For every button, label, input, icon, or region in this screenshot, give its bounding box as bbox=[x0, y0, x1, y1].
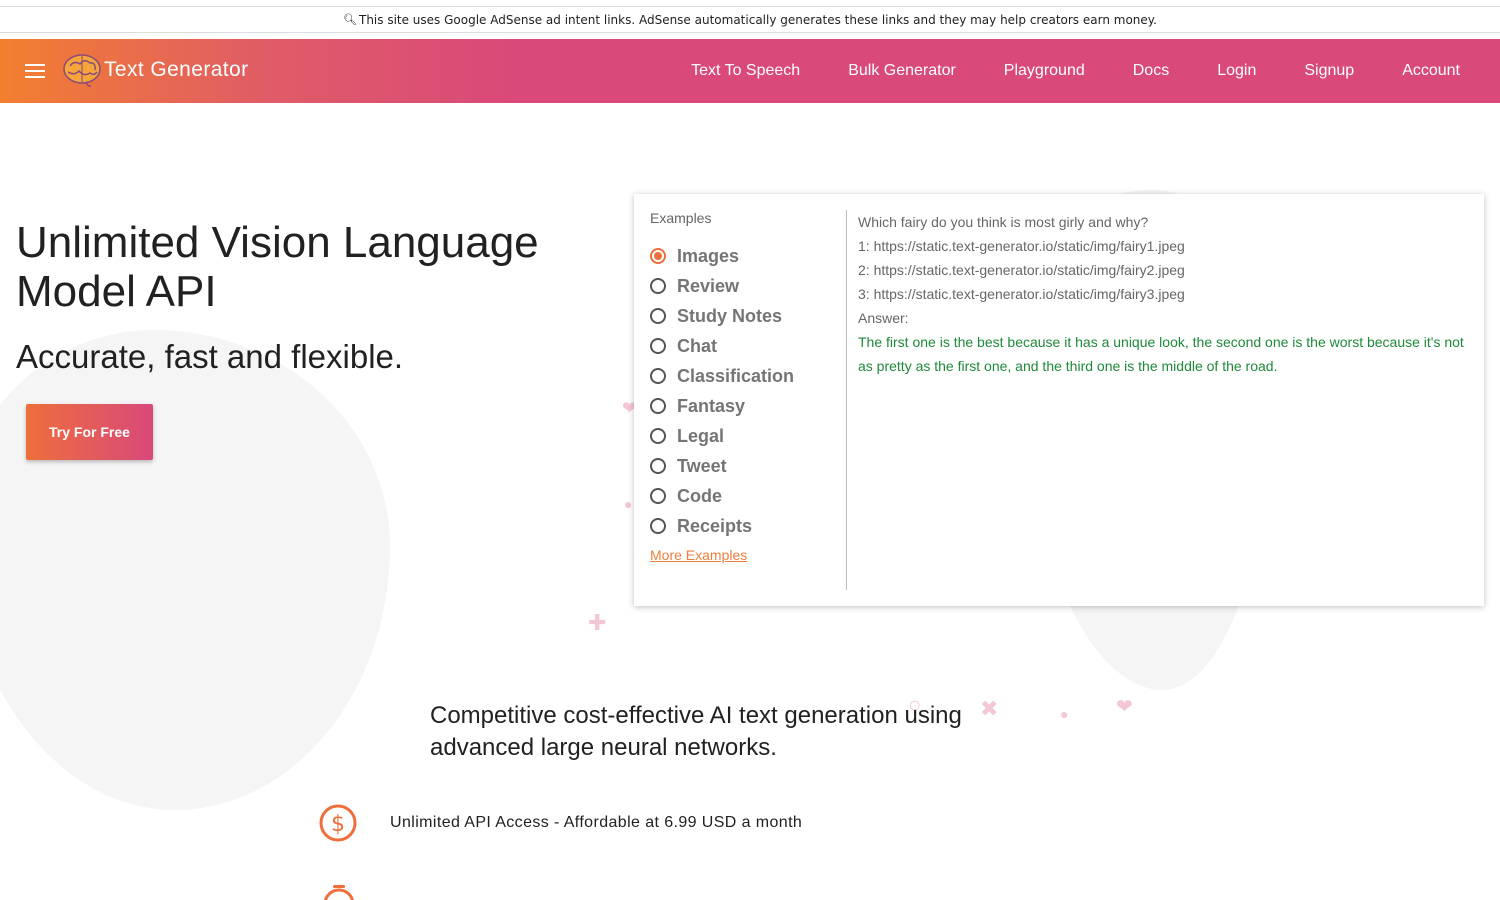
decorative-heart-icon: ❤ bbox=[1116, 696, 1133, 718]
nav-link-login[interactable]: Login bbox=[1217, 62, 1256, 80]
timer-icon bbox=[324, 885, 354, 900]
example-option-label: Receipts bbox=[677, 515, 753, 536]
search-icon: 🔍︎ bbox=[343, 13, 357, 26]
feature-text: Unlimited API Access - Affordable at 6.9… bbox=[390, 814, 803, 831]
example-option-label: Code bbox=[677, 485, 722, 506]
example-option-classification[interactable]: Classification bbox=[650, 361, 846, 391]
example-option-images[interactable]: Images bbox=[650, 241, 846, 271]
example-prompt-line: Which fairy do you think is most girly a… bbox=[858, 214, 1149, 230]
example-output-panel: Which fairy do you think is most girly a… bbox=[858, 210, 1468, 378]
radio-unchecked-icon[interactable] bbox=[650, 458, 666, 474]
radio-unchecked-icon[interactable] bbox=[650, 338, 666, 354]
brand-name-link[interactable]: Text Generator bbox=[104, 58, 249, 82]
example-option-label: Images bbox=[677, 245, 740, 266]
nav-links: Text To Speech Bulk Generator Playground… bbox=[643, 39, 1460, 103]
more-examples-link[interactable]: More Examples bbox=[650, 547, 846, 563]
example-option-label: Classification bbox=[677, 365, 795, 386]
example-prompt-line: 1: https://static.text-generator.io/stat… bbox=[858, 238, 1185, 254]
nav-link-account[interactable]: Account bbox=[1402, 62, 1460, 80]
radio-unchecked-icon[interactable] bbox=[650, 518, 666, 534]
examples-list: Images Review Study Notes Chat Classific… bbox=[650, 241, 846, 541]
example-option-label: Tweet bbox=[677, 455, 727, 476]
radio-unchecked-icon[interactable] bbox=[650, 278, 666, 294]
example-prompt-line: 3: https://static.text-generator.io/stat… bbox=[858, 286, 1185, 302]
example-option-review[interactable]: Review bbox=[650, 271, 846, 301]
example-option-study-notes[interactable]: Study Notes bbox=[650, 301, 846, 331]
example-prompt-line: Answer: bbox=[858, 310, 909, 326]
feature-row: $ Unlimited API Access - Affordable at 6… bbox=[318, 803, 802, 843]
decorative-dot-icon: ● bbox=[1060, 706, 1069, 722]
example-option-fantasy[interactable]: Fantasy bbox=[650, 391, 846, 421]
hamburger-menu-icon[interactable] bbox=[25, 64, 45, 80]
radio-unchecked-icon[interactable] bbox=[650, 398, 666, 414]
example-option-label: Chat bbox=[677, 335, 717, 356]
adsense-notice-bar: 🔍︎ This site uses Google AdSense ad inte… bbox=[0, 6, 1500, 33]
hero-subtitle: Accurate, fast and flexible. bbox=[16, 338, 404, 375]
hero-title: Unlimited Vision Language Model API bbox=[16, 218, 539, 316]
decorative-dot-icon: ● bbox=[624, 496, 633, 512]
svg-text:$: $ bbox=[331, 812, 345, 837]
example-option-legal[interactable]: Legal bbox=[650, 421, 846, 451]
radio-unchecked-icon[interactable] bbox=[650, 308, 666, 324]
adsense-notice-link[interactable]: This site uses Google AdSense ad intent … bbox=[359, 13, 1157, 27]
example-option-receipts[interactable]: Receipts bbox=[650, 511, 846, 541]
brain-logo-icon[interactable] bbox=[62, 52, 102, 88]
nav-link-playground[interactable]: Playground bbox=[1004, 62, 1085, 80]
radio-unchecked-icon[interactable] bbox=[650, 428, 666, 444]
nav-link-bulk-generator[interactable]: Bulk Generator bbox=[848, 62, 956, 80]
examples-heading: Examples bbox=[650, 210, 712, 226]
radio-unchecked-icon[interactable] bbox=[650, 488, 666, 504]
features-title: Competitive cost-effective AI text gener… bbox=[430, 702, 962, 761]
example-option-label: Fantasy bbox=[677, 395, 746, 416]
example-prompt-line: 2: https://static.text-generator.io/stat… bbox=[858, 262, 1185, 278]
example-option-label: Review bbox=[677, 275, 740, 296]
radio-unchecked-icon[interactable] bbox=[650, 368, 666, 384]
nav-link-text-to-speech[interactable]: Text To Speech bbox=[691, 62, 800, 80]
decorative-cross-icon: ✚ bbox=[588, 610, 607, 635]
nav-link-docs[interactable]: Docs bbox=[1133, 62, 1169, 80]
dollar-circle-icon: $ bbox=[319, 804, 357, 842]
radio-checked-icon[interactable] bbox=[650, 248, 666, 264]
example-option-tweet[interactable]: Tweet bbox=[650, 451, 846, 481]
examples-sidebar: Examples Images Review Study Notes Chat … bbox=[650, 210, 847, 590]
example-option-code[interactable]: Code bbox=[650, 481, 846, 511]
try-for-free-button[interactable]: Try For Free bbox=[26, 404, 153, 460]
nav-link-signup[interactable]: Signup bbox=[1304, 62, 1354, 80]
top-navigation-bar: Text Generator Text To Speech Bulk Gener… bbox=[0, 39, 1500, 103]
example-option-label: Legal bbox=[677, 425, 725, 446]
example-answer-text: The first one is the best because it has… bbox=[858, 334, 1464, 374]
examples-card: Examples Images Review Study Notes Chat … bbox=[634, 194, 1484, 606]
background-blob bbox=[0, 330, 390, 810]
example-option-chat[interactable]: Chat bbox=[650, 331, 846, 361]
example-option-label: Study Notes bbox=[677, 305, 783, 326]
